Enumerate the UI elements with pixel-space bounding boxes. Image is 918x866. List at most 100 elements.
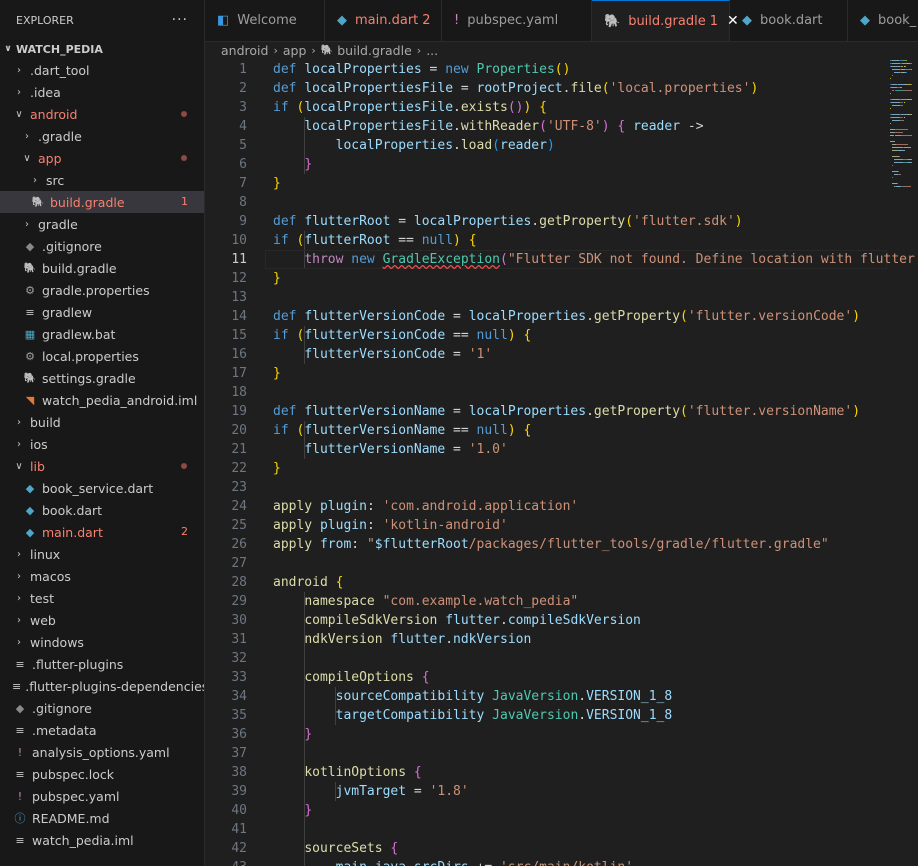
tab-book-[interactable]: ◆ book_ [848,0,918,41]
tree-item[interactable]: › build [0,411,204,433]
code-line[interactable]: 41 [205,820,918,839]
code-line[interactable]: 19 def flutterVersionName = localProperti… [205,402,918,421]
code-line[interactable]: 34 sourceCompatibility JavaVersion.VERSI… [205,687,918,706]
tree-item[interactable]: ◆ book.dart [0,499,204,521]
tree-item[interactable]: 🐘 build.gradle 1 [0,191,204,213]
minimap-mark [891,63,901,64]
tree-item[interactable]: ! analysis_options.yaml [0,741,204,763]
tree-item[interactable]: › macos [0,565,204,587]
code-line[interactable]: 12} [205,269,918,288]
code-line[interactable]: 23 [205,478,918,497]
code-line[interactable]: 25 apply plugin: 'kotlin-android' [205,516,918,535]
code-line[interactable]: 8 [205,193,918,212]
tree-item[interactable]: 🐘 settings.gradle [0,367,204,389]
code-line[interactable]: 30 compileSdkVersion flutter.compileSdkV… [205,611,918,630]
minimap[interactable] [890,60,912,210]
code-line[interactable]: 17} [205,364,918,383]
code-line[interactable]: 5 localProperties.load(reader) [205,136,918,155]
tree-item[interactable]: ◥ watch_pedia_android.iml [0,389,204,411]
minimap-mark [903,90,912,91]
code-line[interactable]: 2 def localPropertiesFile = rootProject.f… [205,79,918,98]
code-line[interactable]: 22} [205,459,918,478]
tree-item[interactable]: › linux [0,543,204,565]
code-line[interactable]: 26 apply from: "$flutterRoot/packages/flu… [205,535,918,554]
code-line[interactable]: 24 apply plugin: 'com.android.application… [205,497,918,516]
tree-item[interactable]: ∨ lib [0,455,204,477]
code-line[interactable]: 33 compileOptions { [205,668,918,687]
code-line[interactable]: 21 flutterVersionName = '1.0' [205,440,918,459]
code-line[interactable]: 35 targetCompatibility JavaVersion.VERSI… [205,706,918,725]
tree-item[interactable]: ! pubspec.yaml [0,785,204,807]
more-actions-icon[interactable]: ··· [172,12,188,28]
code-line[interactable]: 1 def localProperties = new Properties() [205,60,918,79]
tree-item[interactable]: › ios [0,433,204,455]
breadcrumb-item[interactable]: android [221,43,268,58]
tree-item[interactable]: ≡ gradlew [0,301,204,323]
tree-item[interactable]: ⚙ local.properties [0,345,204,367]
tree-item[interactable]: ≡ watch_pedia.iml [0,829,204,851]
code-line[interactable]: 37 [205,744,918,763]
tree-item[interactable]: › src [0,169,204,191]
breadcrumb-item[interactable]: ... [426,43,438,58]
code-line[interactable]: 38 kotlinOptions { [205,763,918,782]
tree-item[interactable]: ◆ .gitignore [0,697,204,719]
code-line[interactable]: 20 if (flutterVersionName == null) { [205,421,918,440]
tree-item[interactable]: › .gradle [0,125,204,147]
code-line[interactable]: 11 throw new GradleException("Flutter SD… [205,250,918,269]
code-line[interactable]: 42 sourceSets { [205,839,918,858]
code-line[interactable]: 7} [205,174,918,193]
tab-book-dart[interactable]: ◆ book.dart [730,0,848,41]
line-code: def localProperties = new Properties() [273,62,571,77]
line-code: localPropertiesFile.withReader('UTF-8') … [304,119,704,134]
code-line[interactable]: 13 [205,288,918,307]
code-line[interactable]: 32 [205,649,918,668]
tree-item[interactable]: ≡ pubspec.lock [0,763,204,785]
code-line[interactable]: 16 flutterVersionCode = '1' [205,345,918,364]
tab-pubspec-yaml[interactable]: ! pubspec.yaml [442,0,592,41]
git-icon: ◆ [25,239,35,253]
code-line[interactable]: 28 android { [205,573,918,592]
code-line[interactable]: 43 main.java.srcDirs += 'src/main/kotlin… [205,858,918,866]
tree-item[interactable]: › .dart_tool [0,59,204,81]
tree-item[interactable]: ⓘ README.md [0,807,204,829]
tree-item[interactable]: ∨ app [0,147,204,169]
tree-item[interactable]: › .idea [0,81,204,103]
tree-item[interactable]: ≡ .flutter-plugins [0,653,204,675]
tree-item[interactable]: ∨ android [0,103,204,125]
code-line[interactable]: 36 } [205,725,918,744]
workspace-root[interactable]: ∨ WATCH_PEDIA [0,40,204,58]
tree-item[interactable]: ◆ main.dart 2 [0,521,204,543]
tree-item[interactable]: ⚙ gradle.properties [0,279,204,301]
code-line[interactable]: 3 if (localPropertiesFile.exists()) { [205,98,918,117]
tree-item[interactable]: ◆ book_service.dart [0,477,204,499]
code-editor[interactable]: 1 def localProperties = new Properties() 2… [205,59,918,866]
tree-item[interactable]: ≡ .metadata [0,719,204,741]
tree-item[interactable]: › gradle [0,213,204,235]
code-line[interactable]: 9 def flutterRoot = localProperties.getPr… [205,212,918,231]
code-line[interactable]: 27 [205,554,918,573]
tab-welcome[interactable]: ◧ Welcome [205,0,325,41]
code-line[interactable]: 10 if (flutterRoot == null) { [205,231,918,250]
tree-item[interactable]: 🐘 build.gradle [0,257,204,279]
tree-item[interactable]: ▦ gradlew.bat [0,323,204,345]
code-line[interactable]: 14 def flutterVersionCode = localProperti… [205,307,918,326]
breadcrumb-item[interactable]: app [283,43,307,58]
code-line[interactable]: 29 namespace "com.example.watch_pedia" [205,592,918,611]
tree-item[interactable]: › web [0,609,204,631]
code-line[interactable]: 18 [205,383,918,402]
tree-item[interactable]: ◆ .gitignore [0,235,204,257]
code-line[interactable]: 31 ndkVersion flutter.ndkVersion [205,630,918,649]
tab-build-gradle[interactable]: 🐘 build.gradle 1 ✕ [592,0,739,41]
code-line[interactable]: 40 } [205,801,918,820]
tree-item[interactable]: › test [0,587,204,609]
tree-item[interactable]: › windows [0,631,204,653]
code-line[interactable]: 4 localPropertiesFile.withReader('UTF-8'… [205,117,918,136]
breadcrumb-item[interactable]: build.gradle [337,43,412,58]
minimap-mark [891,147,900,148]
code-line[interactable]: 15 if (flutterVersionCode == null) { [205,326,918,345]
tree-item[interactable]: ≡ .flutter-plugins-dependencies [0,675,204,697]
code-line[interactable]: 39 jvmTarget = '1.8' [205,782,918,801]
tab-main-dart[interactable]: ◆ main.dart 2 [325,0,442,41]
code-line[interactable]: 6 } [205,155,918,174]
line-number: 27 [231,556,247,571]
